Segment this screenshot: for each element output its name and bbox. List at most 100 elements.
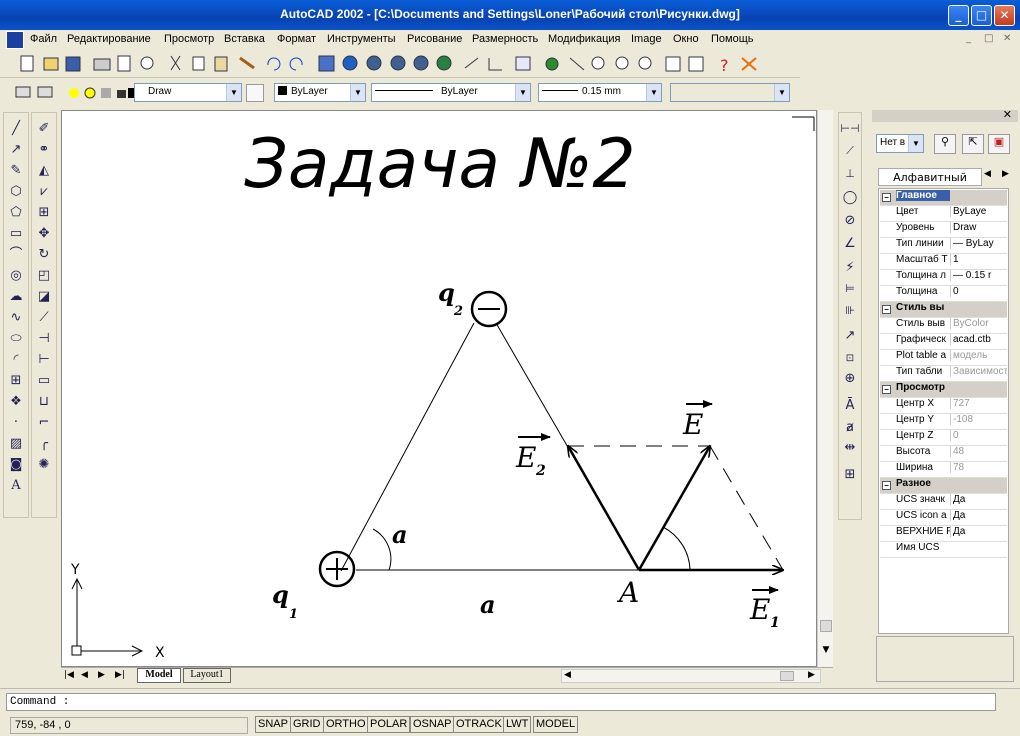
rotate-icon[interactable]: ↻: [33, 245, 55, 265]
tab-next-icon[interactable]: ▶: [98, 670, 105, 680]
offset-icon[interactable]: ⩗: [33, 182, 55, 202]
polygon-icon[interactable]: ⬡: [5, 182, 27, 202]
standard-toolbar-icons[interactable]: ?: [0, 50, 800, 78]
tab-model[interactable]: Model: [137, 668, 181, 683]
property-value[interactable]: Draw: [950, 222, 1007, 233]
ellipse-icon[interactable]: ⬭: [5, 329, 27, 349]
property-value[interactable]: Да: [950, 494, 1007, 505]
tab-scroll-left-icon[interactable]: ◀: [984, 169, 991, 179]
quick-dimension-icon[interactable]: ⚡: [839, 258, 861, 278]
menu-modify[interactable]: Модификация: [548, 33, 621, 45]
line-icon[interactable]: ╱: [5, 119, 27, 139]
tab-first-icon[interactable]: |◀: [64, 670, 74, 680]
pickadd-icon[interactable]: ▣: [988, 134, 1010, 154]
explode-icon[interactable]: ✺: [33, 455, 55, 475]
doc-minimize-icon[interactable]: _: [966, 33, 971, 44]
menu-view[interactable]: Просмотр: [164, 33, 214, 45]
ordinate-dimension-icon[interactable]: ⊥: [839, 164, 861, 184]
menu-edit[interactable]: Редактирование: [67, 33, 151, 45]
fillet-icon[interactable]: ╭: [33, 434, 55, 454]
menu-tools[interactable]: Инструменты: [327, 33, 396, 45]
color-dropdown[interactable]: ByLayer ▼: [274, 83, 366, 102]
property-value[interactable]: 0: [950, 430, 1007, 441]
property-row[interactable]: Центр X 727: [880, 398, 1007, 414]
diameter-dimension-icon[interactable]: ⊘: [839, 211, 861, 231]
property-value[interactable]: — ByLay: [950, 238, 1007, 249]
property-value[interactable]: ByColor: [950, 318, 1007, 329]
status-toggle-grid[interactable]: GRID: [290, 716, 324, 733]
arc-icon[interactable]: ⌒: [5, 245, 27, 265]
insert-block-icon[interactable]: ⊞: [5, 371, 27, 391]
make-block-icon[interactable]: ❖: [5, 392, 27, 412]
tab-layout1[interactable]: Layout1: [183, 668, 231, 683]
menu-format[interactable]: Формат: [277, 33, 316, 45]
continue-dimension-icon[interactable]: ⊪: [839, 301, 861, 321]
menu-draw[interactable]: Рисование: [407, 33, 462, 45]
property-category[interactable]: − Стиль вы: [880, 302, 1007, 318]
move-icon[interactable]: ✥: [33, 224, 55, 244]
status-toggle-polar[interactable]: POLAR: [367, 716, 411, 733]
layer-dropdown[interactable]: Draw ▼: [134, 83, 242, 102]
collapse-icon[interactable]: −: [882, 481, 891, 490]
menu-insert[interactable]: Вставка: [224, 33, 265, 45]
status-toggle-snap[interactable]: SNAP: [255, 716, 291, 733]
close-button[interactable]: ✕: [994, 5, 1015, 26]
scroll-down-icon[interactable]: ▼: [820, 645, 832, 659]
dimension-update-icon[interactable]: ⇹: [839, 438, 861, 458]
collapse-icon[interactable]: −: [882, 385, 891, 394]
property-value[interactable]: 78: [950, 462, 1007, 473]
property-value[interactable]: — 0.15 r: [950, 270, 1007, 281]
property-row[interactable]: Цвет ByLaye: [880, 206, 1007, 222]
property-row[interactable]: UCS значк Да: [880, 494, 1007, 510]
property-category[interactable]: − Просмотр: [880, 382, 1007, 398]
status-toggle-model[interactable]: MODEL: [533, 716, 579, 733]
revision-cloud-icon[interactable]: ☁: [5, 287, 27, 307]
vertical-scrollbar[interactable]: ▼: [817, 110, 833, 667]
property-row[interactable]: Имя UCS: [880, 542, 1007, 558]
property-row[interactable]: Масштаб Т1: [880, 254, 1007, 270]
property-value[interactable]: 1: [950, 254, 1007, 265]
lineweight-dropdown[interactable]: 0.15 mm ▼: [538, 83, 662, 102]
pentagon-icon[interactable]: ⬠: [5, 203, 27, 223]
tolerance-icon[interactable]: ⊡: [839, 349, 861, 369]
collapse-icon[interactable]: −: [882, 193, 891, 202]
trim-icon[interactable]: ⊣: [33, 329, 55, 349]
select-objects-icon[interactable]: ⇱: [962, 134, 984, 154]
doc-close-icon[interactable]: ✕: [1003, 33, 1011, 44]
point-icon[interactable]: ·: [5, 413, 27, 433]
radius-dimension-icon[interactable]: ◯: [839, 188, 861, 208]
copy-icon[interactable]: ⚭: [33, 140, 55, 160]
property-row[interactable]: Толщина 0: [880, 286, 1007, 302]
property-value[interactable]: 727: [950, 398, 1007, 409]
property-row[interactable]: Стиль выв ByColor: [880, 318, 1007, 334]
break-point-icon[interactable]: ⊔: [33, 392, 55, 412]
linear-dimension-icon[interactable]: ⊢⊣: [839, 119, 861, 139]
property-category[interactable]: − Разное: [880, 478, 1007, 494]
make-layer-current-icon[interactable]: [246, 84, 264, 102]
collapse-icon[interactable]: −: [882, 305, 891, 314]
menu-window[interactable]: Окно: [673, 33, 699, 45]
hatch-icon[interactable]: ▨: [5, 434, 27, 454]
scroll-left-icon[interactable]: ◀: [564, 670, 571, 680]
property-value[interactable]: Зависимост: [950, 366, 1007, 377]
construction-line-icon[interactable]: ↗: [5, 140, 27, 160]
region-icon[interactable]: ◙: [5, 455, 27, 475]
selection-filter-dropdown[interactable]: Нет в ▼: [876, 134, 924, 153]
tab-last-icon[interactable]: ▶|: [115, 670, 125, 680]
property-value[interactable]: Да: [950, 510, 1007, 521]
ellipse-arc-icon[interactable]: ◜: [5, 350, 27, 370]
status-toggle-otrack[interactable]: OTRACK: [453, 716, 505, 733]
array-icon[interactable]: ⊞: [33, 203, 55, 223]
property-row[interactable]: Толщина л — 0.15 r: [880, 270, 1007, 286]
erase-icon[interactable]: ✐: [33, 119, 55, 139]
linetype-dropdown[interactable]: ByLayer ▼: [371, 83, 531, 102]
break-icon[interactable]: ▭: [33, 371, 55, 391]
circle-icon[interactable]: ◎: [5, 266, 27, 286]
doc-restore-icon[interactable]: □: [984, 33, 993, 44]
chamfer-icon[interactable]: ⌐: [33, 413, 55, 433]
tab-alphabetic[interactable]: Алфавитный: [878, 168, 982, 186]
property-value[interactable]: -108: [950, 414, 1007, 425]
status-toggle-osnap[interactable]: OSNAP: [410, 716, 455, 733]
quick-select-icon[interactable]: ⚲: [934, 134, 956, 154]
tab-prev-icon[interactable]: ◀: [81, 670, 88, 680]
